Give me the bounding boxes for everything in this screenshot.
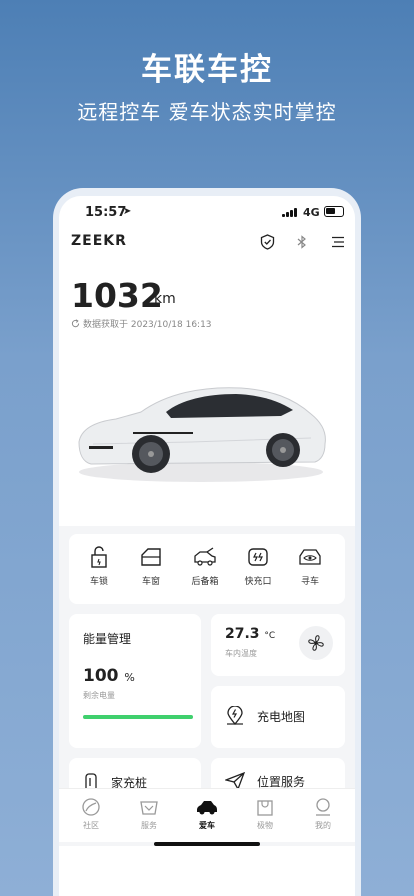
lock-icon xyxy=(91,546,107,568)
range-value: 1032 xyxy=(71,276,163,315)
quick-lock[interactable]: 车锁 xyxy=(76,546,122,587)
battery-icon xyxy=(324,206,344,217)
quick-find-car[interactable]: 寻车 xyxy=(287,546,333,587)
fan-button[interactable] xyxy=(299,626,333,660)
tab-service-label: 服务 xyxy=(141,821,157,830)
quick-window-label: 车窗 xyxy=(141,577,160,587)
network-type: 4G xyxy=(303,206,320,219)
app-header: ZEEKR xyxy=(59,226,355,262)
home-indicator xyxy=(154,842,260,846)
tab-profile[interactable]: 我的 xyxy=(301,797,345,831)
battery-bar xyxy=(83,715,193,719)
tab-community-label: 社区 xyxy=(83,821,99,830)
location-label: 位置服务 xyxy=(257,774,306,789)
quick-find-car-label: 寻车 xyxy=(300,577,319,587)
community-icon xyxy=(82,798,100,816)
tab-car[interactable]: 爱车 xyxy=(185,797,229,831)
quick-controls: 车锁 车窗 后备箱 快充口 寻车 xyxy=(69,534,345,604)
quick-trunk[interactable]: 后备箱 xyxy=(182,546,228,587)
tab-profile-label: 我的 xyxy=(315,821,331,830)
quick-trunk-label: 后备箱 xyxy=(191,577,219,587)
window-icon xyxy=(141,548,161,566)
tab-service[interactable]: 服务 xyxy=(127,797,171,831)
status-time: 15:57 xyxy=(85,205,127,220)
phone-frame: 15:57 ➤ 4G ZEEKR 1032 km 数据获取于 2023/10/1… xyxy=(53,188,361,896)
fan-icon xyxy=(308,635,324,651)
refresh-icon[interactable] xyxy=(71,319,80,328)
cabin-temp-label: 车内温度 xyxy=(225,649,257,658)
trunk-icon xyxy=(194,547,216,566)
quick-charge-port-label: 快充口 xyxy=(244,577,272,587)
range-unit: km xyxy=(154,291,176,307)
data-timestamp[interactable]: 数据获取于 2023/10/18 16:13 xyxy=(71,317,212,330)
climate-card[interactable]: 27.3 °C 车内温度 xyxy=(211,614,345,676)
app-screen: 15:57 ➤ 4G ZEEKR 1032 km 数据获取于 2023/10/1… xyxy=(59,196,355,896)
find-car-icon xyxy=(299,549,321,565)
bluetooth-icon[interactable] xyxy=(293,233,311,251)
tab-shop[interactable]: 极物 xyxy=(243,797,287,831)
energy-title: 能量管理 xyxy=(83,632,132,646)
battery-bar-fill xyxy=(83,715,193,719)
signal-icon xyxy=(282,208,298,217)
quick-window[interactable]: 车窗 xyxy=(128,546,174,587)
charge-port-icon xyxy=(248,548,268,566)
promo-title: 车联车控 xyxy=(141,52,273,88)
tab-shop-label: 极物 xyxy=(257,821,273,830)
shield-check-icon[interactable] xyxy=(258,233,276,251)
quick-charge-port[interactable]: 快充口 xyxy=(235,546,281,587)
home-indicator-area xyxy=(59,846,355,896)
battery-percent: 100 % xyxy=(83,666,135,686)
service-icon xyxy=(140,801,158,815)
menu-icon[interactable] xyxy=(329,233,347,251)
car-image xyxy=(78,387,326,482)
energy-card[interactable]: 能量管理 100 % 剩余电量 xyxy=(69,614,201,748)
quick-lock-label: 车锁 xyxy=(89,577,108,587)
battery-label: 剩余电量 xyxy=(83,691,115,700)
tab-bar: 社区 服务 爱车 极物 我的 xyxy=(59,788,355,842)
charge-map-icon xyxy=(227,706,243,726)
profile-icon xyxy=(316,798,330,816)
status-bar: 15:57 ➤ 4G xyxy=(59,196,355,226)
charge-map-card[interactable]: 充电地图 xyxy=(211,686,345,748)
location-arrow-icon: ➤ xyxy=(123,206,132,217)
data-timestamp-text: 数据获取于 2023/10/18 16:13 xyxy=(83,320,212,330)
tab-car-label: 爱车 xyxy=(199,821,215,830)
vehicle-status-card: 1032 km 数据获取于 2023/10/18 16:13 xyxy=(59,262,355,526)
charge-map-label: 充电地图 xyxy=(257,709,306,724)
promo-subtitle: 远程控车 爱车状态实时掌控 xyxy=(77,100,337,124)
car-icon xyxy=(197,801,217,815)
shop-icon xyxy=(257,800,273,816)
tab-community[interactable]: 社区 xyxy=(69,797,113,831)
cabin-temp: 27.3 °C xyxy=(225,626,276,642)
brand-logo: ZEEKR xyxy=(71,233,127,249)
